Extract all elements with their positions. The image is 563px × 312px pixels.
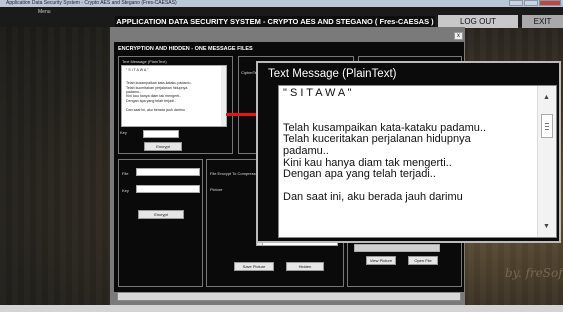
file-encrypt-label: File Encrypt To Compress <box>210 171 256 176</box>
file-label: File <box>122 171 129 176</box>
plaintext-group-label: Text Message (PlainText) <box>122 59 167 64</box>
mini-scrollbar[interactable] <box>221 66 226 126</box>
file-input[interactable] <box>136 168 200 176</box>
vertical-scrollbar[interactable]: ▲ ▼ <box>537 86 556 237</box>
dialog-title: ENCRYPTION AND HIDDEN - ONE MESSAGE FILE… <box>118 46 253 52</box>
scroll-thumb[interactable] <box>541 114 553 138</box>
text-line: padamu.. <box>283 144 329 157</box>
hidden-button[interactable]: Hidden <box>286 262 324 271</box>
text-line: Dengan apa yang telah terjadi.. <box>283 168 436 181</box>
app-title: APPLICATION DATA SECURITY SYSTEM - CRYPT… <box>115 16 435 27</box>
window-title: Application Data Security System - Crypt… <box>6 0 177 6</box>
open-file-button[interactable]: Open File <box>408 256 438 265</box>
view-path-field <box>354 244 440 252</box>
key2-input[interactable] <box>136 185 200 193</box>
view-picture-button[interactable]: View Picture <box>366 256 396 265</box>
menu-item[interactable]: Menu <box>38 9 51 15</box>
encrypt2-button[interactable]: Encrypt <box>138 210 184 219</box>
status-bar <box>117 292 461 301</box>
exit-button[interactable]: EXIT <box>522 15 563 28</box>
key-input[interactable] <box>143 130 179 138</box>
window-titlebar: Application Data Security System - Crypt… <box>0 0 563 7</box>
plaintext-textarea[interactable]: " S I T A W A " Telah kusampaikan kata-k… <box>278 85 557 238</box>
grip-line <box>545 129 549 130</box>
grip-line <box>545 123 549 124</box>
minimize-button[interactable] <box>509 0 523 6</box>
plaintext-textarea-small[interactable]: " S I T A W A " Telah kusampaikan kata-k… <box>121 65 227 127</box>
save-picture-button[interactable]: Save Picture <box>234 262 274 271</box>
plaintext-content: " S I T A W A " Telah kusampaikan kata-k… <box>283 87 537 204</box>
taskbar-strip <box>0 305 563 312</box>
scroll-down-icon[interactable]: ▼ <box>543 223 550 230</box>
text-line: " S I T A W A " <box>283 87 352 99</box>
watermark: by. freSoft <box>505 266 563 280</box>
window-controls <box>509 0 561 6</box>
maximize-button[interactable] <box>524 0 538 6</box>
picture-label: Picture <box>210 187 223 192</box>
dialog-close-button[interactable]: x <box>454 32 463 40</box>
file-group <box>118 159 203 287</box>
mini-line: Dan saat ini, aku berada jauh darimu <box>126 107 185 112</box>
text-line <box>283 100 537 112</box>
key2-label: Key <box>122 188 129 193</box>
grip-line <box>545 126 549 127</box>
scroll-up-icon[interactable]: ▲ <box>543 94 550 101</box>
text-line: Dan saat ini, aku berada jauh darimu <box>283 191 463 204</box>
close-window-button[interactable] <box>539 0 561 6</box>
zoom-title: Text Message (PlainText) <box>268 68 397 80</box>
key-label: Key <box>120 130 127 135</box>
encrypt-button[interactable]: Encrypt <box>144 142 182 151</box>
